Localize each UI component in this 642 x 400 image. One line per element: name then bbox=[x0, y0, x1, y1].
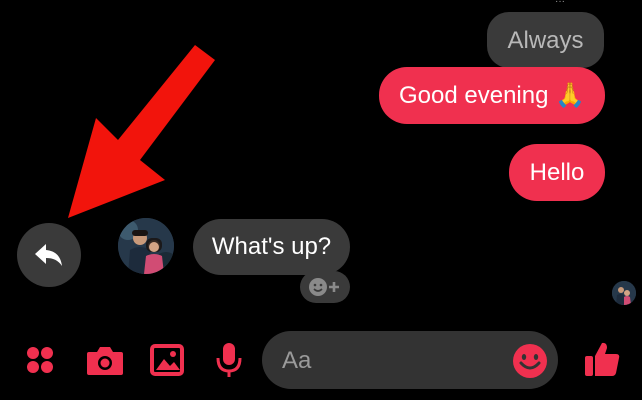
emoji-button[interactable] bbox=[511, 342, 549, 380]
camera-icon bbox=[87, 347, 123, 375]
microphone-button[interactable] bbox=[212, 340, 246, 380]
microphone-icon bbox=[216, 343, 242, 377]
apps-grid-icon bbox=[27, 347, 53, 373]
message-composer[interactable]: Aa bbox=[262, 331, 558, 389]
camera-button[interactable] bbox=[85, 342, 125, 378]
thumbs-up-icon bbox=[585, 342, 620, 376]
composer-placeholder: Aa bbox=[282, 347, 312, 374]
smiley-icon bbox=[513, 344, 547, 378]
apps-button[interactable] bbox=[22, 342, 58, 378]
gallery-button[interactable] bbox=[149, 342, 185, 378]
gallery-icon bbox=[150, 344, 184, 376]
like-button[interactable] bbox=[582, 338, 622, 380]
